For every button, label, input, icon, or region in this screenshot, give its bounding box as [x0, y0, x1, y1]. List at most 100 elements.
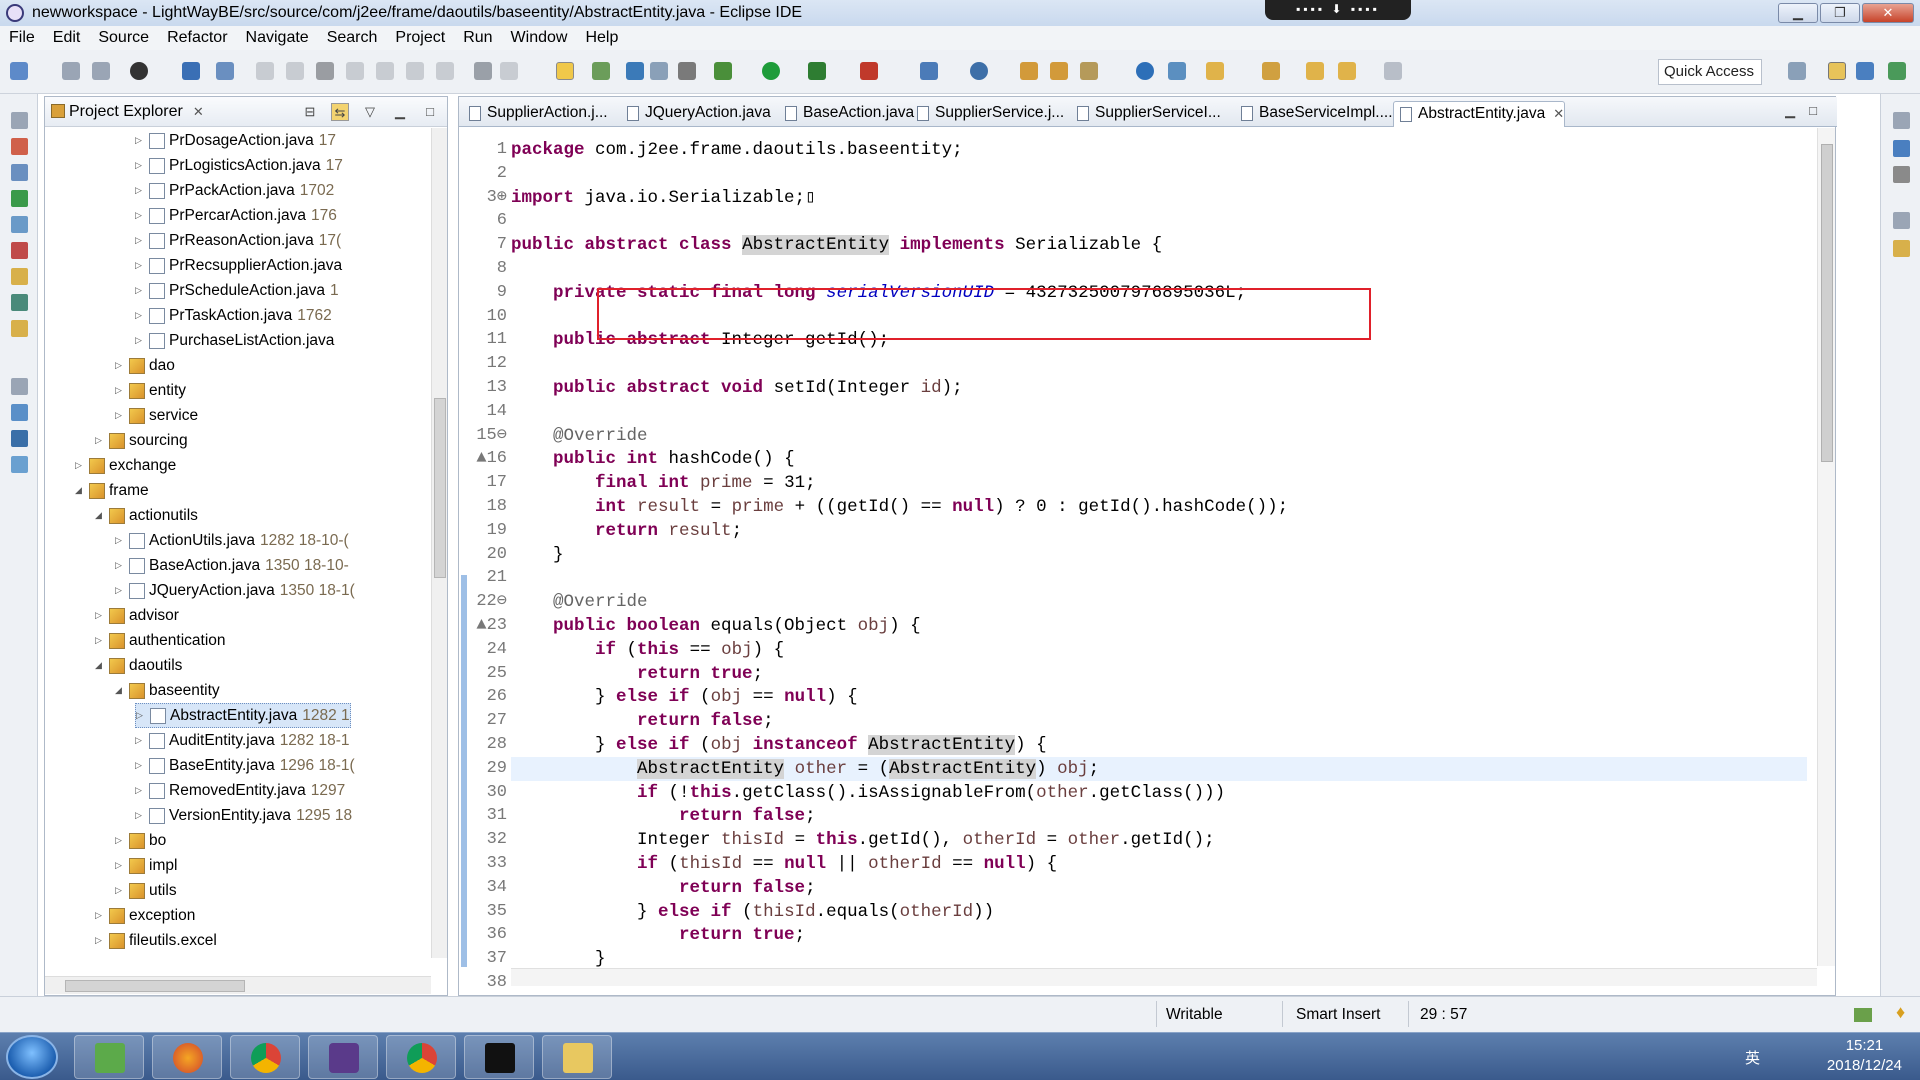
- editor-tab[interactable]: SupplierAction.j...: [463, 101, 608, 127]
- disconnect-icon[interactable]: [346, 62, 364, 80]
- taskbar-eclipse[interactable]: [308, 1035, 378, 1079]
- collapsed-arrow-icon[interactable]: ▷: [115, 835, 129, 846]
- collapsed-arrow-icon[interactable]: ▷: [115, 385, 129, 396]
- taskbar-chrome[interactable]: [230, 1035, 300, 1079]
- tree-package-item[interactable]: ▷ico: [95, 953, 149, 958]
- tree-package-item[interactable]: ▷ authentication: [95, 628, 226, 653]
- collapsed-arrow-icon[interactable]: ▷: [95, 610, 109, 621]
- skip-breakpoints-icon[interactable]: [216, 62, 234, 80]
- snippets-view-icon[interactable]: [11, 268, 28, 285]
- taskbar-chrome-2[interactable]: [386, 1035, 456, 1079]
- editor-minmax-controls[interactable]: ▁□: [1785, 103, 1831, 119]
- collapsed-arrow-icon[interactable]: ▷: [135, 160, 149, 171]
- tree-file-item[interactable]: ▷ PrPackAction.java 1702: [135, 178, 334, 203]
- data-source-view-icon[interactable]: [11, 242, 28, 259]
- code-line[interactable]: [511, 209, 1807, 233]
- menu-search[interactable]: Search: [318, 29, 387, 47]
- code-line[interactable]: @Override: [511, 590, 1807, 614]
- close-tab-icon[interactable]: ✕: [1553, 106, 1564, 121]
- expanded-arrow-icon[interactable]: ◢: [95, 510, 109, 521]
- palette-icon[interactable]: [1893, 240, 1910, 257]
- collapsed-arrow-icon[interactable]: ▷: [135, 210, 149, 221]
- collapsed-arrow-icon[interactable]: ▷: [135, 285, 149, 296]
- suspend-icon[interactable]: [286, 62, 304, 80]
- tree-package-item[interactable]: ▷ impl: [115, 853, 177, 878]
- tree-vertical-scrollbar[interactable]: [431, 128, 447, 958]
- terminal-icon[interactable]: [182, 62, 200, 80]
- maximize-button[interactable]: ❐: [1820, 3, 1860, 23]
- debug-perspective-switch-icon[interactable]: [1888, 62, 1906, 80]
- tree-file-item[interactable]: ▷ VersionEntity.java 1295 18: [135, 803, 352, 828]
- code-line[interactable]: public int hashCode() {: [511, 447, 1807, 471]
- maximize-view-icon[interactable]: □: [421, 103, 439, 121]
- code-line[interactable]: final int prime = 31;: [511, 471, 1807, 495]
- menu-run[interactable]: Run: [454, 29, 501, 47]
- link-with-editor-icon[interactable]: ⇆: [331, 103, 349, 121]
- view-menu-icon[interactable]: ▽: [361, 103, 379, 121]
- tasks-view-icon[interactable]: [11, 320, 28, 337]
- open-resource-icon[interactable]: [650, 62, 668, 80]
- tree-file-item[interactable]: ▷ PrDosageAction.java 17: [135, 128, 336, 153]
- tree-package-item[interactable]: ▷ exception: [95, 903, 195, 928]
- editor-tab[interactable]: JQueryAction.java: [621, 101, 771, 127]
- terminate-icon[interactable]: [316, 62, 334, 80]
- restore-right-icon[interactable]: [1893, 112, 1910, 129]
- code-line[interactable]: [511, 566, 1807, 590]
- editor-horizontal-scrollbar[interactable]: [511, 968, 1817, 986]
- new-server-icon[interactable]: [920, 62, 938, 80]
- restore-2-icon[interactable]: [11, 378, 28, 395]
- code-line[interactable]: [511, 352, 1807, 376]
- tree-file-item[interactable]: ▷ PrScheduleAction.java 1: [135, 278, 339, 303]
- code-line[interactable]: [511, 400, 1807, 424]
- tree-file-item[interactable]: ▷ JQueryAction.java 1350 18-1(: [115, 578, 355, 603]
- tree-file-item[interactable]: ▷ PurchaseListAction.java: [135, 328, 334, 353]
- code-line[interactable]: return false;: [511, 804, 1807, 828]
- code-line[interactable]: package com.j2ee.frame.daoutils.baseenti…: [511, 138, 1807, 162]
- tree-file-item[interactable]: ▷ PrLogisticsAction.java 17: [135, 153, 343, 178]
- menu-edit[interactable]: Edit: [44, 29, 90, 47]
- tree-package-item[interactable]: ▷ advisor: [95, 603, 179, 628]
- tree-package-item[interactable]: ▷ bo: [115, 828, 166, 853]
- tree-file-item[interactable]: ▷ ActionUtils.java 1282 18-10-(: [115, 528, 349, 553]
- code-line[interactable]: if (!this.getClass().isAssignableFrom(ot…: [511, 781, 1807, 805]
- tree-package-item[interactable]: ▷ utils: [115, 878, 177, 903]
- task-list-icon[interactable]: [1893, 166, 1910, 183]
- collapsed-arrow-icon[interactable]: ▷: [135, 335, 149, 346]
- taskbar-firefox[interactable]: [152, 1035, 222, 1079]
- menu-project[interactable]: Project: [386, 29, 454, 47]
- debug-perspective-icon[interactable]: [130, 62, 148, 80]
- problems-view-icon[interactable]: [11, 294, 28, 311]
- new-class-icon[interactable]: [970, 62, 988, 80]
- tree-file-item[interactable]: ▷ BaseEntity.java 1296 18-1(: [135, 753, 355, 778]
- heap-status-icon[interactable]: [1854, 1008, 1872, 1022]
- menu-refactor[interactable]: Refactor: [158, 29, 236, 47]
- collapsed-arrow-icon[interactable]: ▷: [115, 585, 129, 596]
- menu-file[interactable]: File: [0, 29, 44, 47]
- code-line[interactable]: @Override: [511, 424, 1807, 448]
- java-perspective-icon[interactable]: [1856, 62, 1874, 80]
- quick-access-field[interactable]: Quick Access: [1658, 59, 1762, 85]
- code-line[interactable]: if (this == obj) {: [511, 638, 1807, 662]
- collapsed-arrow-icon[interactable]: ▷: [135, 235, 149, 246]
- collapsed-arrow-icon[interactable]: ▷: [115, 885, 129, 896]
- tree-package-item[interactable]: ▷ sourcing: [95, 428, 188, 453]
- save-icon[interactable]: [62, 62, 80, 80]
- outline-view-icon[interactable]: [11, 164, 28, 181]
- collapsed-arrow-icon[interactable]: ▷: [115, 535, 129, 546]
- tree-package-item[interactable]: ▷ dao: [115, 353, 175, 378]
- code-line[interactable]: return false;: [511, 876, 1807, 900]
- progress-view-icon[interactable]: [11, 456, 28, 473]
- collapsed-arrow-icon[interactable]: ▷: [115, 360, 129, 371]
- step-over-icon[interactable]: [406, 62, 424, 80]
- tip-bulb-icon[interactable]: ♦: [1896, 1002, 1905, 1023]
- tree-package-item[interactable]: ▷ fileutils.excel: [95, 928, 217, 953]
- editor-tab[interactable]: AbstractEntity.java ✕: [1393, 101, 1566, 127]
- open-task-icon[interactable]: [1020, 62, 1038, 80]
- start-button[interactable]: [6, 1035, 58, 1079]
- console-view-icon[interactable]: [11, 404, 28, 421]
- code-line[interactable]: Integer thisId = this.getId(), otherId =…: [511, 828, 1807, 852]
- code-line[interactable]: public abstract void setId(Integer id);: [511, 376, 1807, 400]
- run-icon[interactable]: [762, 62, 780, 80]
- tree-package-item[interactable]: ▷ entity: [115, 378, 186, 403]
- collapse-all-icon[interactable]: ⊟: [301, 103, 319, 121]
